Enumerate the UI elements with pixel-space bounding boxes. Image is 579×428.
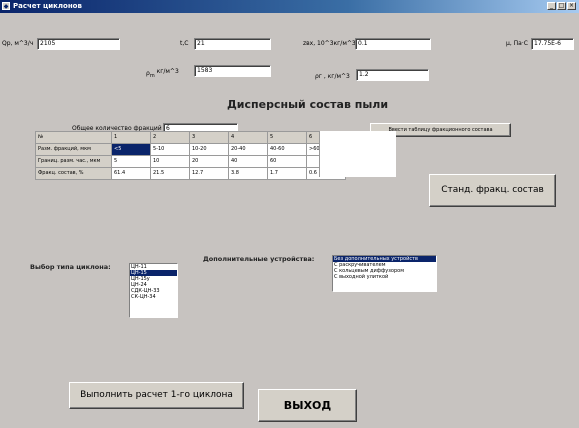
- exit-button[interactable]: выход: [258, 389, 357, 422]
- table-cell[interactable]: 5: [111, 155, 151, 168]
- table-cell: 3: [189, 131, 229, 144]
- table-cell[interactable]: 3.8: [228, 167, 268, 180]
- table-row: Разм. фракций, мкм <5 5-10 10-20 20-40 4…: [35, 143, 346, 156]
- rho-g-label: ρг , кг/м^3: [315, 73, 350, 80]
- cyclone-type-list[interactable]: ЦН-11 ЦН-15 ЦН-15у ЦН-24 СДК-ЦН-33 СК-ЦН…: [129, 263, 178, 318]
- table-row: Фракц. состав, % 61.4 21.5 12.7 3.8 1.7 …: [35, 167, 346, 180]
- zvx-label: zвх, 10^3кг/м^3: [303, 40, 356, 47]
- q-field[interactable]: 2105: [37, 38, 120, 50]
- table-cell[interactable]: <5: [111, 143, 151, 156]
- devices-label: Дополнительные устройства:: [203, 255, 315, 263]
- minimize-button[interactable]: _: [547, 2, 556, 10]
- table-cell[interactable]: 20: [189, 155, 229, 168]
- calculate-button[interactable]: Выполнить расчет 1-го циклона: [69, 382, 244, 409]
- table-cell[interactable]: 60: [267, 155, 307, 168]
- table-cell[interactable]: 5-10: [150, 143, 190, 156]
- table-cell: 1: [111, 131, 151, 144]
- cyclone-type-label: Выбор типа циклона:: [30, 263, 111, 271]
- table-header-row: № 1 2 3 4 5 6: [35, 131, 346, 144]
- maximize-button[interactable]: □: [557, 2, 566, 10]
- fraction-table[interactable]: № 1 2 3 4 5 6 Разм. фракций, мкм <5 5-10…: [35, 131, 346, 180]
- table-cell: 4: [228, 131, 268, 144]
- rho-m-field[interactable]: 1583: [194, 65, 271, 77]
- title-bar: ◆ Расчет циклонов _ □ ×: [0, 0, 579, 13]
- table-cell[interactable]: 61.4: [111, 167, 151, 180]
- row-header: Разм. фракций, мкм: [35, 143, 112, 156]
- t-label: t,C: [180, 40, 189, 47]
- table-cell[interactable]: 21.5: [150, 167, 190, 180]
- table-cell[interactable]: 10-20: [189, 143, 229, 156]
- table-empty-area: [319, 131, 396, 177]
- table-cell[interactable]: 12.7: [189, 167, 229, 180]
- table-cell[interactable]: 40-60: [267, 143, 307, 156]
- row-header: Границ. разм. час., мкм: [35, 155, 112, 168]
- devices-list[interactable]: Без дополнительных устройств С раскручив…: [332, 255, 437, 292]
- t-field[interactable]: 21: [194, 38, 271, 50]
- table-cell: №: [35, 131, 112, 144]
- table-cell: 2: [150, 131, 190, 144]
- list-item[interactable]: СК-ЦН-34: [130, 294, 177, 300]
- rho-m-label: ρm кг/м^3: [146, 68, 179, 81]
- table-row: Границ. разм. час., мкм 5 10 20 40 60: [35, 155, 346, 168]
- rho-m-subscript: m: [149, 73, 155, 80]
- zvx-field[interactable]: 0.1: [355, 38, 431, 50]
- table-cell[interactable]: 40: [228, 155, 268, 168]
- dispersion-heading: Дисперсный состав пыли: [227, 98, 389, 111]
- table-cell: 5: [267, 131, 307, 144]
- table-cell[interactable]: 10: [150, 155, 190, 168]
- mu-field[interactable]: 17.75Е-6: [531, 38, 574, 50]
- close-button[interactable]: ×: [567, 2, 576, 10]
- list-item[interactable]: С выходной улиткой: [333, 274, 436, 280]
- rho-g-field[interactable]: 1.2: [356, 69, 429, 81]
- window-title: Расчет циклонов: [13, 2, 82, 10]
- app-icon: ◆: [2, 2, 10, 10]
- q-label: Qр, м^3/ч: [2, 40, 34, 47]
- rho-m-unit: кг/м^3: [156, 68, 179, 75]
- row-header: Фракц. состав, %: [35, 167, 112, 180]
- window-controls: _ □ ×: [547, 2, 576, 10]
- mu-label: μ, Па·С: [506, 40, 528, 47]
- table-cell[interactable]: 20-40: [228, 143, 268, 156]
- table-cell[interactable]: 1.7: [267, 167, 307, 180]
- standard-fraction-button[interactable]: Станд. фракц. состав: [429, 174, 556, 207]
